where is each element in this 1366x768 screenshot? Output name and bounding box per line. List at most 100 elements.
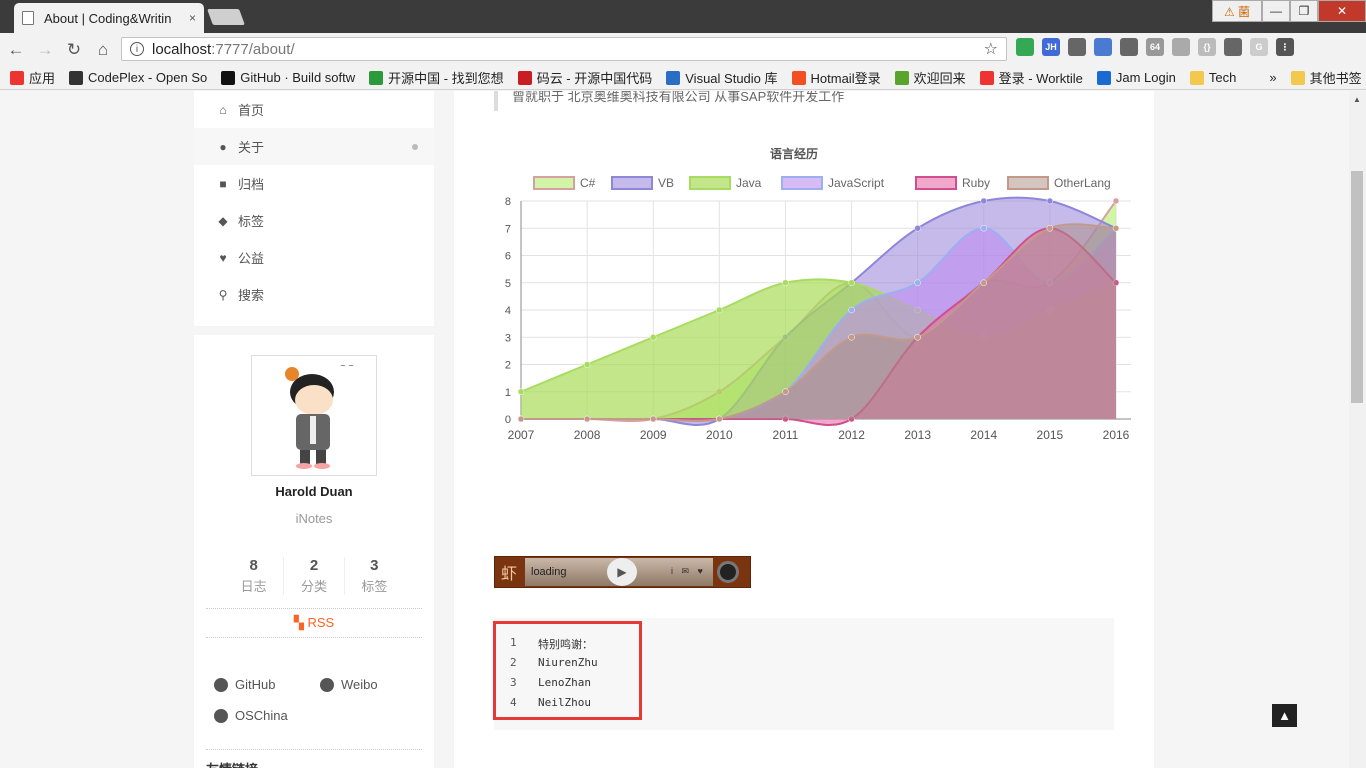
menu-item-3[interactable]: ◆ 标签 [194,202,434,239]
legend-label-0: C# [580,176,596,190]
bookmark-0[interactable]: 应用 [10,68,55,87]
scroll-up-icon[interactable]: ▲ [1353,95,1361,104]
bookmark-12[interactable]: 其他书签 [1290,68,1362,87]
legend-label-2: Java [736,176,762,190]
bookmark-icon [1290,70,1305,85]
data-point-2-3 [716,306,723,314]
url-host: localhost [152,40,212,58]
oschina-label: OSChina [235,708,288,723]
x-tick-4: 2011 [773,428,799,442]
url-path: :7777/about/ [211,40,295,58]
extensions-bar: JH 64 {} G ⋮ [1016,38,1294,56]
car-icon[interactable] [1068,38,1086,56]
bookmark-star-icon[interactable]: ☆ [984,39,998,59]
tab-close-icon[interactable]: × [189,11,196,25]
data-point-5-3 [716,415,723,423]
data-point-2-2 [649,334,657,341]
back-to-top-button[interactable]: ▲ [1272,704,1297,727]
compass-icon[interactable] [1172,38,1190,56]
info-icon[interactable]: i [130,42,144,56]
jh-icon[interactable]: JH [1042,38,1060,56]
rss-icon: ▚ [293,615,308,630]
url-text[interactable]: localhost:7777/about/ [152,41,984,58]
oschina-link[interactable]: OSChina [214,708,288,723]
bookmark-8[interactable]: 登录 - Worktile [979,68,1083,87]
bookmark-5[interactable]: Visual Studio 库 [666,68,778,87]
weibo-icon [320,677,334,692]
forward-icon[interactable]: → [32,37,58,63]
friend-links-heading: 友情链接 [206,759,258,768]
bookmark-icon [894,70,909,85]
back-icon[interactable]: ← [3,37,29,63]
author-description: iNotes [295,511,333,526]
github-link[interactable]: GitHub [214,677,275,692]
bookmark-6[interactable]: Hotmail登录 [791,68,881,87]
minimize-button[interactable]: — [1262,0,1290,22]
maximize-button[interactable]: ❐ [1290,0,1318,22]
menu-item-label: 标签 [238,214,265,229]
data-point-2-1 [583,361,591,368]
data-point-3-6 [914,279,921,286]
stat-1[interactable]: 2 分类 [283,557,343,595]
bookmark-11[interactable]: » [1250,70,1276,85]
bookmark-label: 其他书签 [1309,71,1362,86]
64-icon[interactable]: 64 [1146,38,1164,56]
new-tab-button[interactable] [207,9,245,25]
warning-icon[interactable]: ⚠ 菌 [1212,0,1262,22]
bookmark-3[interactable]: 开源中国 - 找到您想 [369,68,504,87]
weibo-link[interactable]: Weibo [320,677,378,692]
quote-text: 曾就职于 北京奥维奥科技有限公司 从事SAP软件开发工作 [494,91,1094,111]
scroll-thumb[interactable] [1351,171,1363,403]
x-tick-8: 2015 [1037,428,1064,442]
menu-icon[interactable]: ⋮ [1276,38,1294,56]
stat-2[interactable]: 3 标签 [343,557,404,595]
bookmark-4[interactable]: 码云 - 开源中国代码 [517,68,652,87]
tab-about[interactable]: About | Coding&Writin × [14,3,204,33]
menu-item-0[interactable]: ⌂ 首页 [194,91,434,128]
tags-icon: ◆ [218,213,228,228]
sync-icon[interactable] [1224,38,1242,56]
bookmark-icon [517,70,532,85]
stat-0[interactable]: 8 日志 [224,557,283,595]
bookmark-10[interactable]: Tech [1189,70,1236,85]
bookmark-label: GitHub · Build softw [240,70,356,85]
play-icon[interactable]: ▶ [607,558,637,586]
gear-ext-icon[interactable] [1120,38,1138,56]
bookmark-label: 欢迎回来 [913,71,966,86]
bookmark-9[interactable]: Jam Login [1096,70,1176,85]
code-line: 2 NiurenZhu [510,656,598,669]
bookmark-7[interactable]: 欢迎回来 [894,68,966,87]
code-text: LenoZhan [538,676,591,689]
google-icon[interactable] [1016,38,1034,56]
y-tick-5: 5 [505,278,511,290]
bracket-icon[interactable]: {} [1198,38,1216,56]
player-status: loading [531,566,567,578]
reload-icon[interactable]: ↻ [61,37,87,63]
title-bar: About | Coding&Writin × ⚠ 菌 — ❐ ✕ [0,0,1366,33]
bookmark-1[interactable]: CodePlex - Open So [69,70,207,85]
g-icon[interactable]: G [1250,38,1268,56]
y-tick-8: 8 [505,196,511,208]
svg-text:~ ~: ~ ~ [340,362,354,370]
menu-item-1[interactable]: ● 关于 [194,128,434,165]
bookmark-icon [1096,70,1111,85]
address-bar[interactable]: i localhost:7777/about/ ☆ [121,37,1007,61]
menu-item-4[interactable]: ♥ 公益 [194,239,434,276]
author-sidebar: ~ ~ Harold Duan iNotes 8 日志 2 分类 3 标签 ▚ RSS G… [194,335,434,768]
rss-link[interactable]: ▚ RSS [206,608,422,638]
menu-item-2[interactable]: ■ 归档 [194,165,434,202]
close-button[interactable]: ✕ [1318,0,1366,22]
y-tick-1: 1 [505,387,511,399]
menu-item-5[interactable]: ⚲ 搜索 [194,276,434,313]
x-tick-5: 2012 [838,428,865,442]
home-button-icon[interactable]: ⌂ [90,37,116,63]
legend-label-1: VB [658,176,674,190]
data-point-3-7 [980,225,988,232]
menu-item-label: 关于 [238,140,265,155]
stat-label: 标签 [361,579,388,594]
github-label: GitHub [235,677,276,692]
scrollbar[interactable]: ▲ [1349,91,1366,768]
note-icon[interactable] [1094,38,1112,56]
player-actions[interactable]: i ✉ ♥ [671,566,706,577]
bookmark-2[interactable]: GitHub · Build softw [221,70,355,85]
